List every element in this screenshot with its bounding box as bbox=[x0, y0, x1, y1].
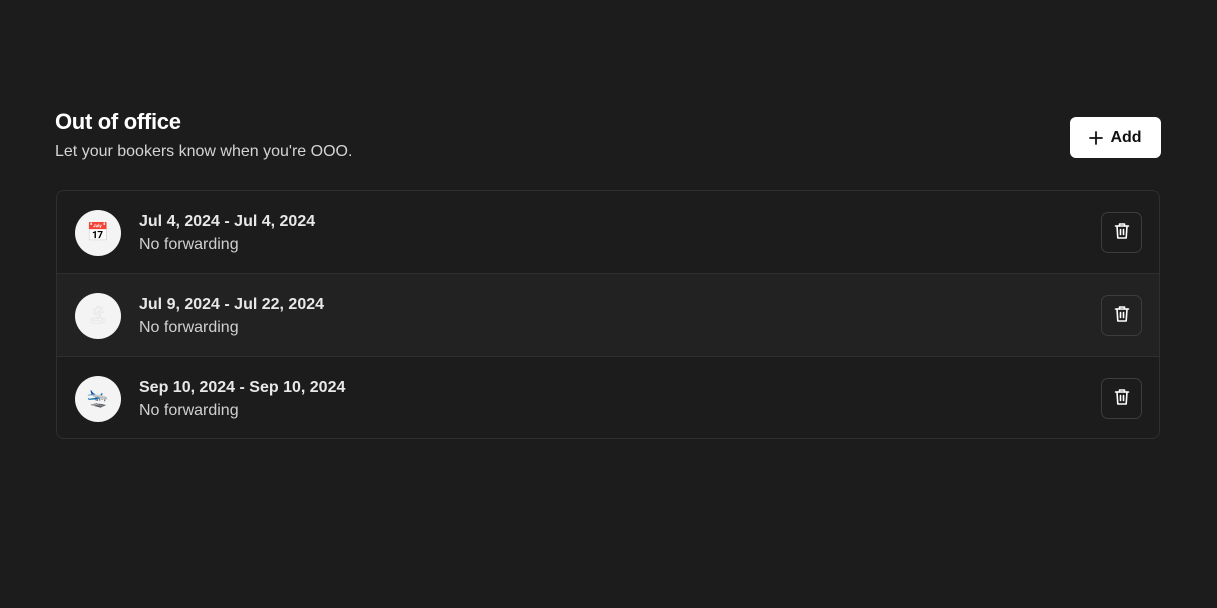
trash-icon bbox=[1114, 222, 1130, 243]
add-button-label: Add bbox=[1110, 128, 1142, 146]
ooo-entry-row: 🏝 Jul 9, 2024 - Jul 22, 2024 No forwardi… bbox=[57, 274, 1159, 357]
ooo-entry-list: 📅 Jul 4, 2024 - Jul 4, 2024 No forwardin… bbox=[56, 190, 1160, 439]
ooo-entry-text: Sep 10, 2024 - Sep 10, 2024 No forwardin… bbox=[139, 378, 345, 421]
delete-entry-button[interactable] bbox=[1101, 378, 1142, 419]
trash-icon bbox=[1114, 388, 1130, 409]
page-subtitle: Let your bookers know when you're OOO. bbox=[55, 143, 353, 160]
page-title: Out of office bbox=[55, 109, 181, 134]
ooo-entry-date-range: Sep 10, 2024 - Sep 10, 2024 bbox=[139, 379, 346, 396]
delete-entry-button[interactable] bbox=[1101, 212, 1142, 253]
plus-icon bbox=[1089, 130, 1104, 145]
airplane-icon: 🛬 bbox=[75, 376, 121, 422]
ooo-entry-date-range: Jul 9, 2024 - Jul 22, 2024 bbox=[139, 296, 325, 313]
trash-icon bbox=[1114, 305, 1130, 326]
island-icon: 🏝 bbox=[75, 293, 121, 339]
ooo-entry-forwarding: No forwarding bbox=[139, 236, 239, 253]
ooo-entry-row: 🛬 Sep 10, 2024 - Sep 10, 2024 No forward… bbox=[57, 357, 1159, 438]
page-header: Out of office Let your bookers know when… bbox=[55, 108, 1161, 168]
add-button[interactable]: Add bbox=[1070, 117, 1161, 158]
ooo-entry-text: Jul 9, 2024 - Jul 22, 2024 No forwarding bbox=[139, 295, 324, 338]
ooo-entry-row: 📅 Jul 4, 2024 - Jul 4, 2024 No forwardin… bbox=[57, 191, 1159, 274]
ooo-entry-text: Jul 4, 2024 - Jul 4, 2024 No forwarding bbox=[139, 212, 315, 255]
ooo-entry-forwarding: No forwarding bbox=[139, 402, 239, 419]
out-of-office-page: Out of office Let your bookers know when… bbox=[0, 0, 1217, 608]
calendar-icon: 📅 bbox=[75, 210, 121, 256]
ooo-entry-forwarding: No forwarding bbox=[139, 319, 239, 336]
delete-entry-button[interactable] bbox=[1101, 295, 1142, 336]
ooo-entry-date-range: Jul 4, 2024 - Jul 4, 2024 bbox=[139, 213, 316, 230]
